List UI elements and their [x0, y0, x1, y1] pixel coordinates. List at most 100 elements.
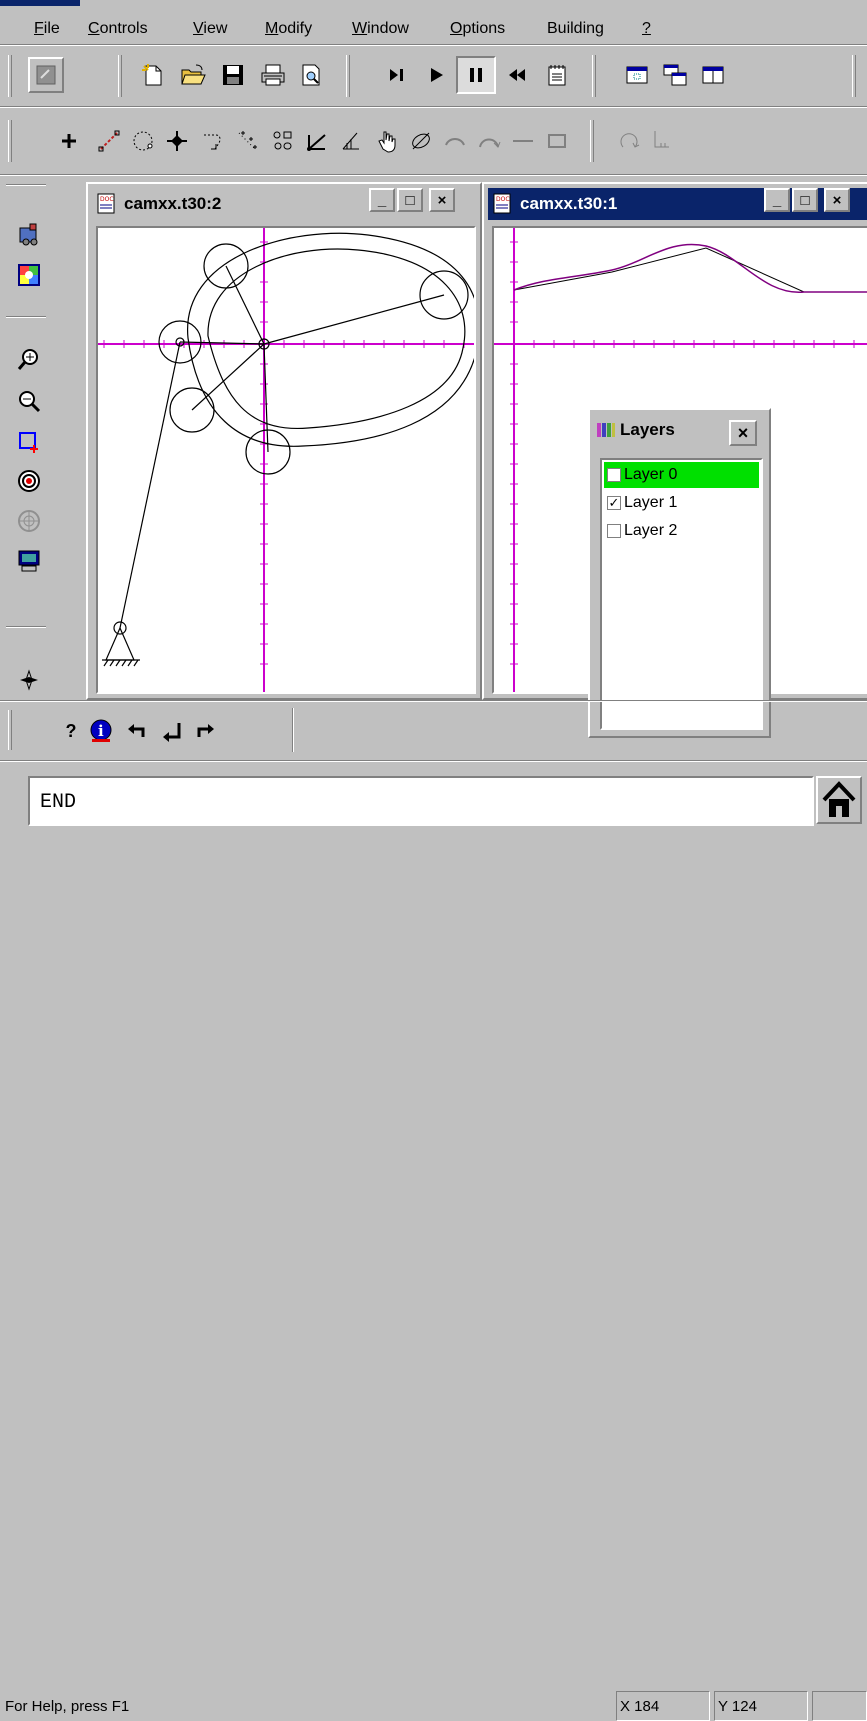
rewind-icon[interactable]: [500, 58, 534, 92]
menu-view[interactable]: View: [193, 20, 227, 38]
rotate-icon[interactable]: [612, 124, 646, 158]
menu-file[interactable]: File: [34, 20, 60, 38]
monitor-icon[interactable]: [12, 544, 46, 578]
toolbar-grip[interactable]: [118, 55, 122, 97]
hand-icon[interactable]: [370, 124, 404, 158]
doc-icon: DOC: [97, 193, 115, 214]
zoom-window-icon[interactable]: [12, 424, 46, 458]
layer-checkbox[interactable]: [607, 524, 621, 538]
close-button[interactable]: ×: [429, 188, 455, 212]
foot-icon[interactable]: [644, 124, 678, 158]
gear-grid-icon[interactable]: [12, 504, 46, 538]
info-icon[interactable]: i: [84, 714, 118, 748]
point-icon[interactable]: [160, 124, 194, 158]
help-question-icon[interactable]: ?: [54, 714, 88, 748]
line-icon[interactable]: [92, 124, 126, 158]
menu-controls[interactable]: Controls: [88, 20, 148, 38]
menu-help[interactable]: ?: [642, 20, 651, 38]
angle-icon[interactable]: [334, 124, 368, 158]
toolbar-grip[interactable]: [6, 316, 46, 318]
layer-checkbox[interactable]: ✓: [607, 496, 621, 510]
menu-bar: File Controls View Modify Window Options…: [0, 0, 867, 42]
zoom-out-icon[interactable]: [12, 384, 46, 418]
layers-header[interactable]: Layers: [596, 420, 675, 440]
child-window-left: DOC camxx.t30:2 _ □ ×: [86, 182, 482, 700]
window-title: camxx.t30:2: [124, 194, 222, 213]
engine-icon[interactable]: [12, 218, 46, 252]
home-button[interactable]: [816, 776, 862, 824]
toolbar-grip[interactable]: [592, 55, 596, 97]
print-preview-icon[interactable]: [294, 58, 328, 92]
save-disk-icon[interactable]: [216, 58, 250, 92]
new-file-icon[interactable]: [136, 58, 170, 92]
undo-arrow-icon[interactable]: [120, 714, 154, 748]
layer-label: Layer 2: [624, 522, 678, 539]
toolbar-grip[interactable]: [346, 55, 350, 97]
color-palette-icon[interactable]: [12, 258, 46, 292]
status-x-coordinate: X 184: [616, 1691, 710, 1721]
close-button[interactable]: ×: [824, 188, 850, 212]
redo-arrow-icon[interactable]: [188, 714, 222, 748]
layer-label: Layer 0: [624, 466, 678, 483]
menu-window[interactable]: Window: [352, 20, 409, 38]
scatter-icon[interactable]: [230, 124, 264, 158]
layer-checkbox[interactable]: [607, 468, 621, 482]
target-icon[interactable]: [12, 464, 46, 498]
divider: [0, 174, 867, 176]
toolbar-grip[interactable]: [852, 55, 856, 97]
axes-icon[interactable]: [300, 124, 334, 158]
bottom-toolbar: ? i: [0, 704, 867, 756]
menu-options[interactable]: Options: [450, 20, 505, 38]
arc-icon[interactable]: [438, 124, 472, 158]
window-tile-icon[interactable]: [696, 58, 730, 92]
eraser-icon[interactable]: [404, 124, 438, 158]
command-input[interactable]: END: [28, 776, 814, 826]
layers-close-button[interactable]: ×: [729, 420, 757, 446]
status-extra-panel: [812, 1691, 867, 1721]
divider: [0, 106, 867, 108]
layer-row-0[interactable]: Layer 0: [604, 462, 759, 488]
toolbar-grip[interactable]: [8, 120, 12, 162]
minimize-button[interactable]: _: [764, 188, 790, 212]
toolbar-grip[interactable]: [6, 626, 46, 628]
play-icon[interactable]: [420, 58, 454, 92]
layer-label: Layer 1: [624, 494, 678, 511]
cam-mechanism-drawing: [98, 228, 474, 692]
layers-palette: Layers × Layer 0 ✓ Layer 1 Layer 2: [588, 408, 771, 738]
maximize-button[interactable]: □: [397, 188, 423, 212]
main-toolbar: [0, 47, 867, 105]
step-forward-icon[interactable]: [380, 58, 414, 92]
maximize-button[interactable]: □: [792, 188, 818, 212]
divider: [0, 760, 867, 762]
pause-icon[interactable]: [456, 56, 496, 94]
status-bar: For Help, press F1 X 184 Y 124: [0, 845, 867, 1721]
toolbar-grip[interactable]: [6, 184, 46, 186]
menu-modify[interactable]: Modify: [265, 20, 312, 38]
dash-icon[interactable]: [506, 124, 540, 158]
layer-row-2[interactable]: Layer 2: [604, 518, 759, 544]
circle-icon[interactable]: [126, 124, 160, 158]
command-text: END: [40, 791, 77, 814]
return-arrow-icon[interactable]: [154, 714, 188, 748]
notepad-icon[interactable]: [540, 58, 574, 92]
window-cascade-icon[interactable]: [658, 58, 692, 92]
zoom-in-icon[interactable]: [12, 342, 46, 376]
open-folder-icon[interactable]: [176, 58, 210, 92]
menu-building[interactable]: Building: [547, 20, 604, 38]
symbols-icon[interactable]: [266, 124, 300, 158]
toolbar-grip[interactable]: [590, 120, 594, 162]
compass-icon[interactable]: [12, 663, 46, 697]
toolbar-grip[interactable]: [8, 710, 12, 750]
toolbar-grip[interactable]: [8, 55, 12, 97]
status-help-text: For Help, press F1: [5, 1697, 130, 1715]
arc2-icon[interactable]: [472, 124, 506, 158]
gray-square-icon[interactable]: [28, 57, 64, 93]
layer-row-1[interactable]: ✓ Layer 1: [604, 490, 759, 516]
plus-icon[interactable]: [52, 124, 86, 158]
window-single-icon[interactable]: [620, 58, 654, 92]
rectangle-icon[interactable]: [540, 124, 574, 158]
minimize-button[interactable]: _: [369, 188, 395, 212]
drawing-canvas-left[interactable]: [96, 226, 476, 694]
arc-arrow-icon[interactable]: [196, 124, 230, 158]
print-icon[interactable]: [256, 58, 290, 92]
